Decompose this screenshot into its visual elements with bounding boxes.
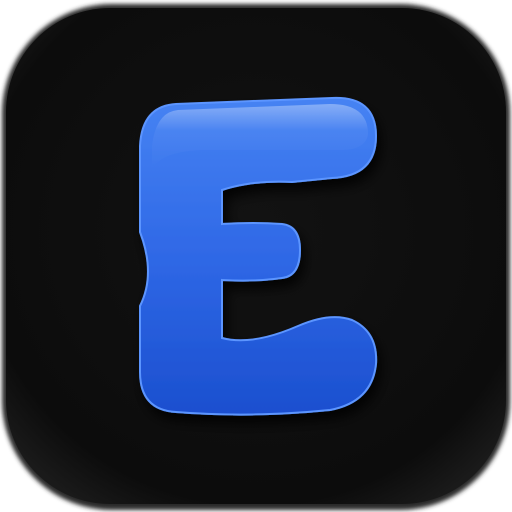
e-letter-app-icon[interactable] [0,0,512,512]
app-icon-stage: E [0,0,512,512]
